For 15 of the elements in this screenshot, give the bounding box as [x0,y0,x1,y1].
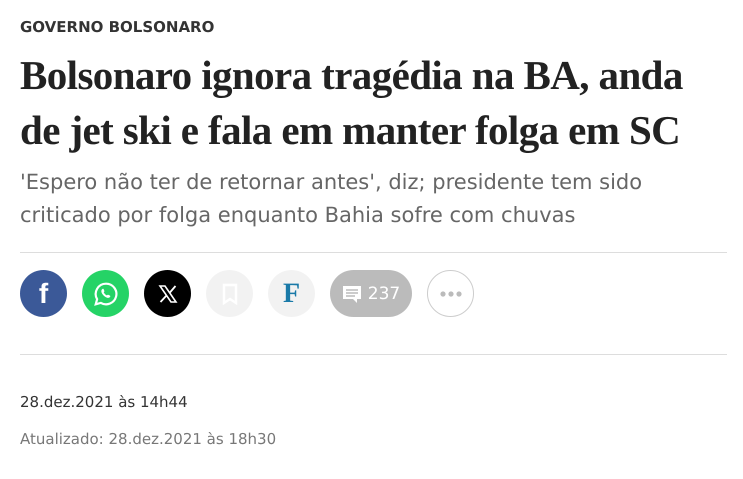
updated-date: Atualizado: 28.dez.2021 às 18h30 [20,429,278,450]
comment-count: 237 [368,284,400,304]
x-button[interactable] [144,270,191,317]
facebook-button[interactable]: f [20,270,67,317]
more-button[interactable] [427,270,474,317]
section-label: GOVERNO BOLSONARO [20,17,216,38]
comment-icon [342,284,362,304]
publish-date: 28.dez.2021 às 14h44 [20,392,189,413]
subtitle: 'Espero não ter de retornar antes', diz; presidente tem sido criticado por folga enquanto Bahia sofre com chuvas [20,169,644,229]
whatsapp-button[interactable] [82,270,129,317]
logo-button[interactable]: F [268,270,315,317]
chat-bubble-icon [92,280,118,306]
more-icon [440,290,462,296]
x-logo-icon [158,284,178,304]
headline: Bolsonaro ignora tragédia na BA, anda de jet ski e fala em manter folga em SC [20,51,684,155]
